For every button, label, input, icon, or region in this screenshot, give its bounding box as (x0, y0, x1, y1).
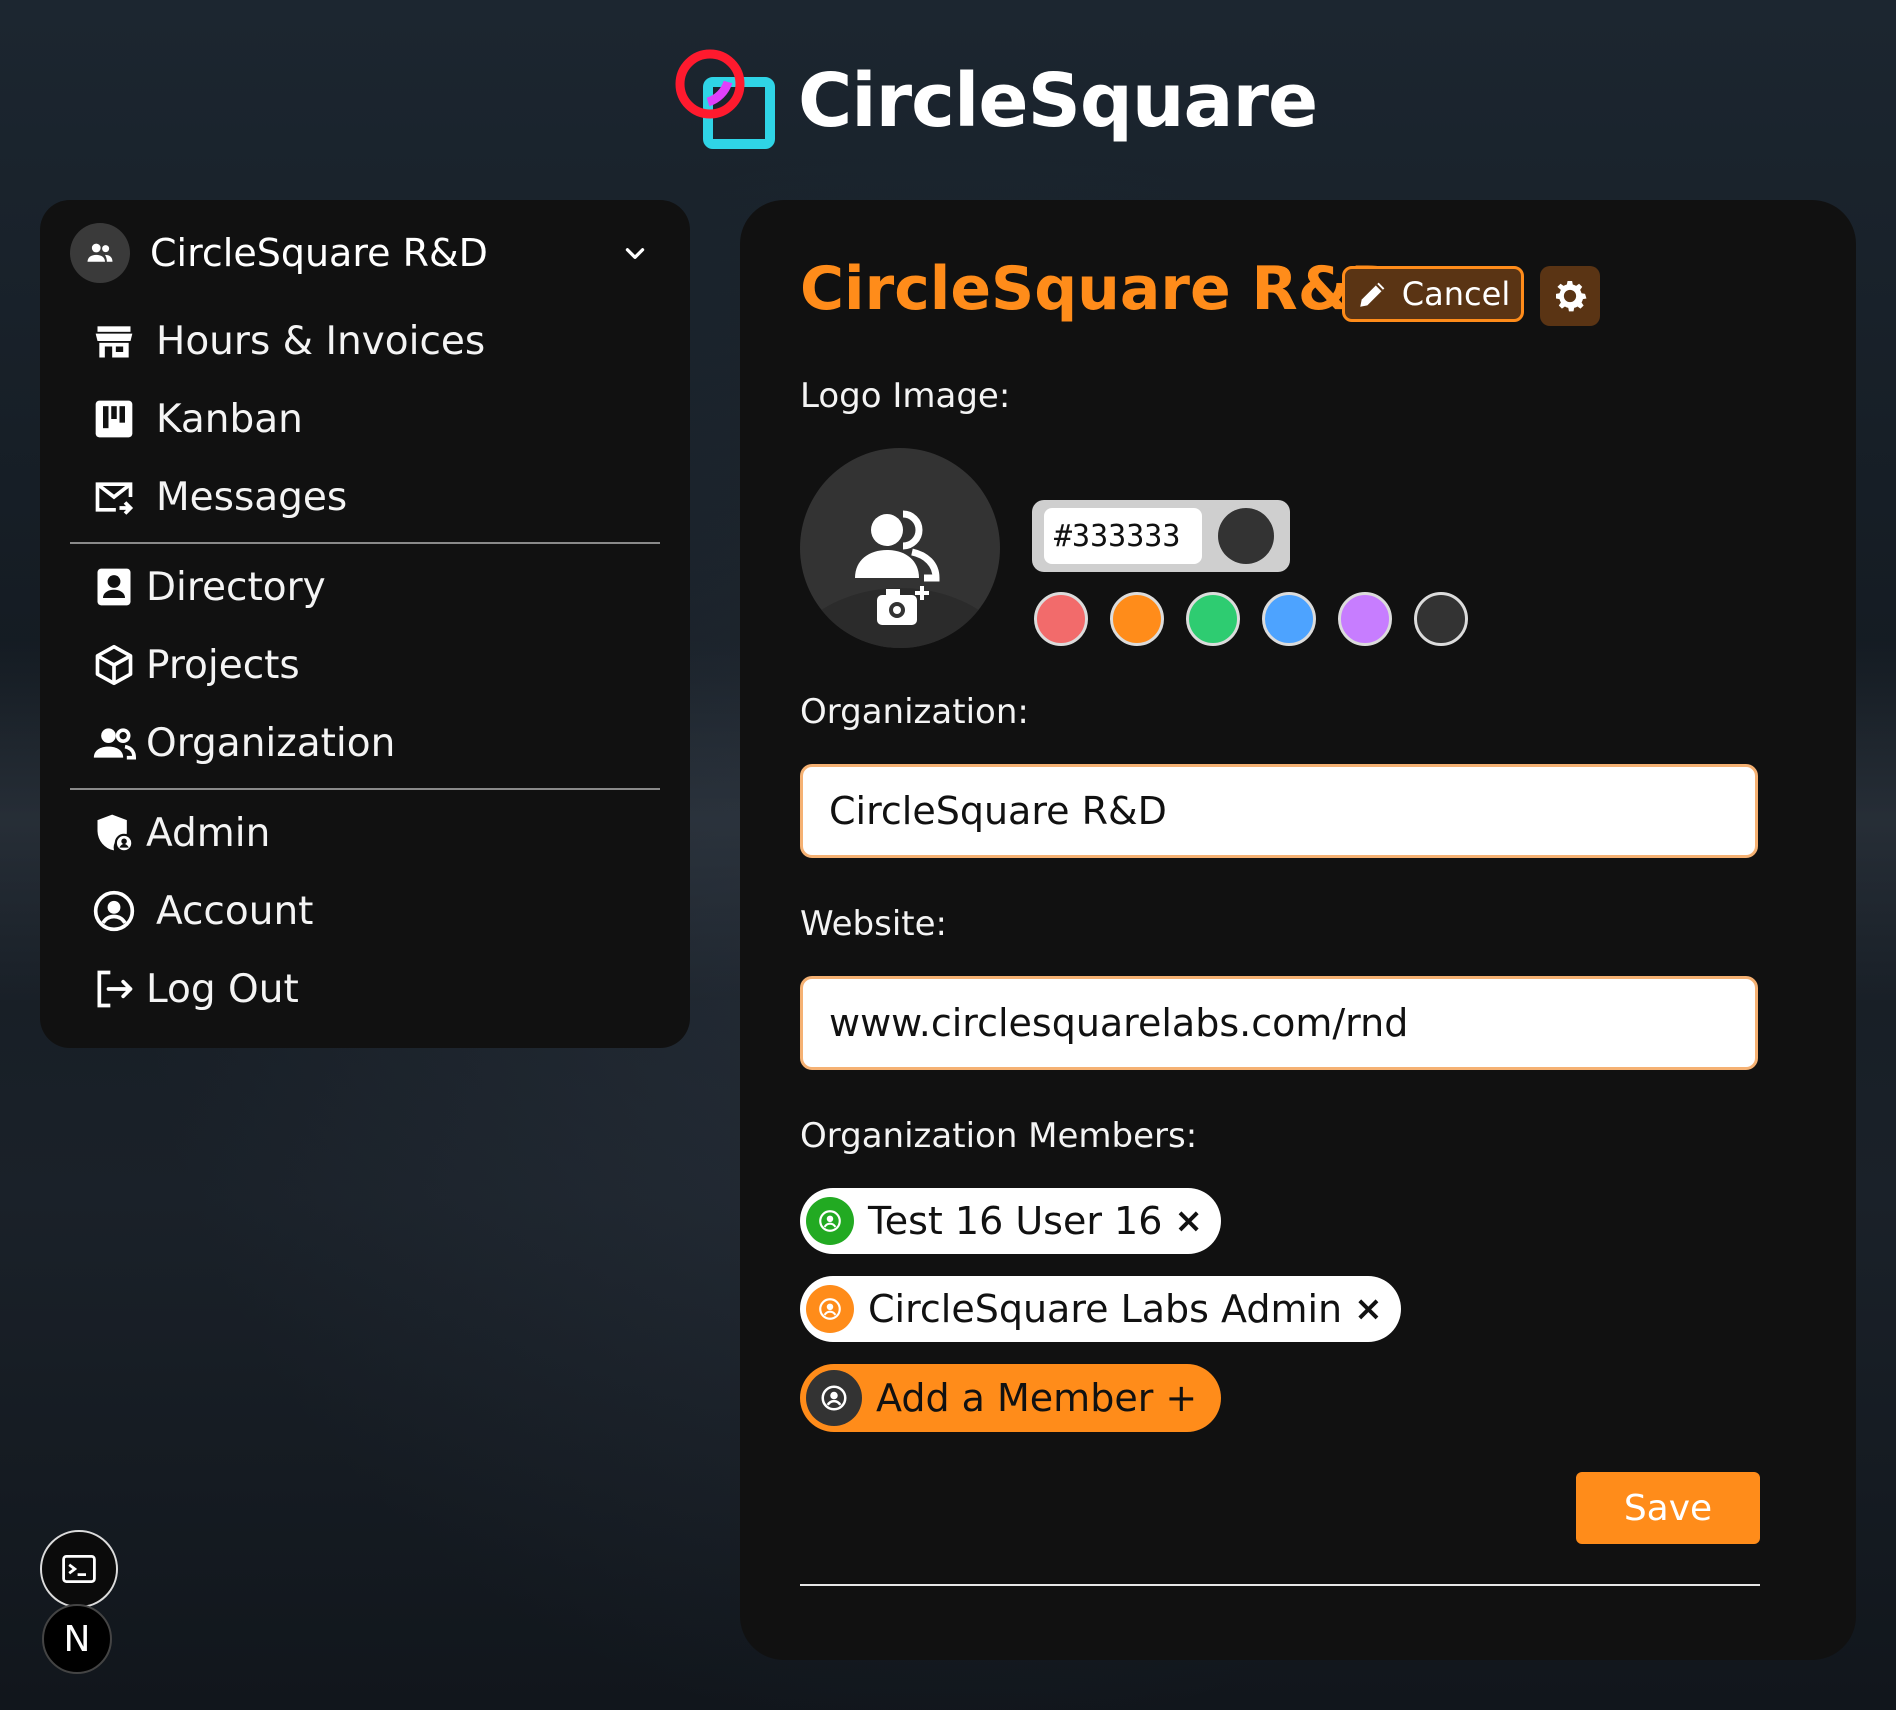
swatch-red[interactable] (1034, 592, 1088, 646)
contact-book-icon (97, 568, 131, 606)
chevron-down-icon (625, 248, 645, 259)
brand-header: CircleSquare (672, 46, 1318, 156)
user-circle-icon (806, 1197, 854, 1245)
swatch-dark[interactable] (1414, 592, 1468, 646)
sidebar-item-organization[interactable]: Organization (92, 708, 395, 778)
shield-user-icon (97, 814, 134, 853)
swatch-green[interactable] (1186, 592, 1240, 646)
cancel-label: Cancel (1401, 275, 1511, 313)
add-member-label: Add a Member + (876, 1376, 1198, 1420)
mail-arrow-icon (95, 482, 134, 515)
sidebar-item-label: Messages (156, 474, 348, 520)
form-divider (800, 1584, 1760, 1586)
sidebar-item-account[interactable]: Account (92, 876, 313, 946)
website-label: Website: (800, 904, 947, 944)
sidebar-item-hours-invoices[interactable]: Hours & Invoices (92, 306, 485, 376)
sidebar-item-label: Account (156, 888, 314, 934)
sidebar-item-projects[interactable]: Projects (92, 630, 300, 700)
group-camera-icon (800, 510, 1000, 648)
save-button[interactable]: Save (1576, 1472, 1760, 1544)
member-chip: CircleSquare Labs Admin × (800, 1276, 1401, 1342)
sidebar-item-admin[interactable]: Admin (92, 798, 270, 868)
swatch-blue[interactable] (1262, 592, 1316, 646)
terminal-button[interactable] (40, 1530, 118, 1608)
circle-square-logo-icon (675, 49, 775, 149)
sidebar-item-logout[interactable]: Log Out (92, 954, 299, 1024)
member-chip: Test 16 User 16 × (800, 1188, 1221, 1254)
page-title: CircleSquare R&D (800, 254, 1400, 324)
terminal-icon (62, 1555, 96, 1583)
sidebar-item-messages[interactable]: Messages (92, 462, 347, 532)
remove-member-button[interactable]: × (1174, 1201, 1203, 1241)
user-circle-icon (93, 890, 135, 932)
organization-label: Organization: (800, 692, 1029, 732)
sidebar: CircleSquare R&D Hours & Invoices Kanban… (40, 200, 690, 1048)
nextjs-dev-badge[interactable]: N (42, 1604, 112, 1674)
cube-icon (95, 644, 133, 686)
kanban-icon (95, 400, 133, 438)
org-switcher[interactable]: CircleSquare R&D (70, 222, 660, 284)
sidebar-item-label: Directory (146, 564, 326, 610)
organization-name-field[interactable] (800, 764, 1758, 858)
store-icon (95, 326, 133, 358)
organization-edit-card: CircleSquare R&D Cancel Logo Image: #333… (740, 200, 1856, 1660)
add-member-button[interactable]: Add a Member + (800, 1364, 1222, 1432)
member-name: Test 16 User 16 (868, 1199, 1163, 1243)
sidebar-item-label: Organization (146, 720, 396, 766)
gear-icon (1556, 280, 1587, 312)
people-icon (93, 728, 136, 760)
swatch-purple[interactable] (1338, 592, 1392, 646)
color-hex-picker (1032, 500, 1290, 572)
website-field[interactable] (800, 976, 1758, 1070)
logout-icon (97, 970, 133, 1008)
current-color-swatch[interactable] (1218, 508, 1274, 564)
members-label: Organization Members: (800, 1116, 1198, 1156)
logo-upload[interactable] (800, 448, 1000, 648)
sidebar-divider (70, 788, 660, 790)
color-hex-input[interactable] (1044, 508, 1202, 564)
sidebar-item-label: Kanban (156, 396, 303, 442)
remove-member-button[interactable]: × (1354, 1289, 1383, 1329)
member-name: CircleSquare Labs Admin (868, 1287, 1343, 1331)
sidebar-item-label: Log Out (146, 966, 299, 1012)
sidebar-item-kanban[interactable]: Kanban (92, 384, 303, 454)
brand-name: CircleSquare (798, 58, 1318, 144)
swatch-orange[interactable] (1110, 592, 1164, 646)
user-circle-icon (806, 1285, 854, 1333)
pencil-icon (1360, 282, 1385, 307)
group-icon (70, 223, 130, 283)
logo-image-label: Logo Image: (800, 376, 1011, 416)
sidebar-divider (70, 542, 660, 544)
sidebar-item-label: Projects (146, 642, 300, 688)
settings-button[interactable] (1540, 266, 1600, 326)
sidebar-item-label: Hours & Invoices (156, 318, 486, 364)
org-switcher-label: CircleSquare R&D (150, 231, 488, 275)
sidebar-item-directory[interactable]: Directory (92, 552, 326, 622)
cancel-edit-button[interactable]: Cancel (1342, 266, 1524, 322)
user-circle-icon (806, 1370, 862, 1426)
sidebar-item-label: Admin (146, 810, 271, 856)
